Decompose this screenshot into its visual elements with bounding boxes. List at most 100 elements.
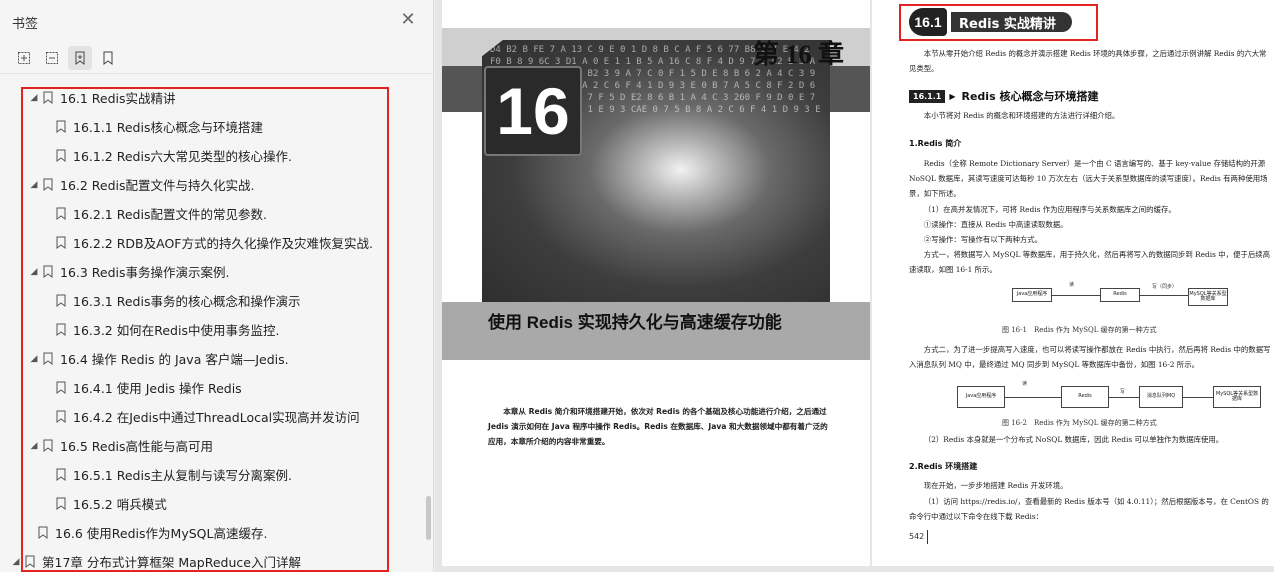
bookmark-icon [38,526,48,539]
bookmark-icon [56,468,66,481]
bookmark-icon [43,439,53,452]
bookmark-label: 16.3.1 Redis事务的核心概念和操作演示 [73,294,301,309]
bookmark-icon [56,120,66,133]
bookmark-icon [43,178,53,191]
bookmark-icon [56,497,66,510]
bookmark-label: 16.1.2 Redis六大常见类型的核心操作. [73,149,292,164]
bookmark-item[interactable]: ◢ 第17章 分布式计算框架 MapReduce入门详解 [0,547,426,572]
bookmark-label: 16.2 Redis配置文件与持久化实战. [60,178,255,193]
sidebar-scrollbar[interactable] [426,496,431,540]
para-write: ②写操作：写操作有以下两种方式。 [923,235,1043,244]
page-number: 542 [909,532,925,541]
page-number-divider [927,530,928,544]
bookmark-icon [25,555,35,568]
heading-redis-intro: 1.Redis 简介 [909,139,962,148]
add-bookmark-icon[interactable] [12,46,36,70]
bookmark-item[interactable]: 16.6 使用Redis作为MySQL高速缓存. [0,518,426,547]
para-scene1: （1）在高并发情况下，可将 Redis 作为应用程序与关系数据库之间的缓存。 [923,205,1176,214]
section-title: Redis 实战精讲 [951,12,1072,32]
sidebar-header: 书签 ✕ [0,0,434,44]
expand-toggle-icon[interactable]: ◢ [10,557,22,567]
bookmark-label: 16.4.1 使用 Jedis 操作 Redis [73,381,242,396]
bookmark-label: 16.5.2 哨兵模式 [73,497,167,512]
fig1-arrow-2 [1140,295,1188,296]
expand-toggle-icon[interactable]: ◢ [28,441,40,451]
bookmark-label: 16.1.1 Redis核心概念与环境搭建 [73,120,263,135]
bookmark-item[interactable]: 16.1.2 Redis六大常见类型的核心操作. [0,141,426,170]
para-read: ①读操作：直接从 Redis 中高速读取数据。 [923,220,1068,229]
bookmark-item[interactable]: 16.5.2 哨兵模式 [0,489,426,518]
subsection-intro: 本小节将对 Redis 的概念和环境搭建的方法进行详细介绍。 [923,111,1120,120]
fig2-redis-box: Redis [1061,386,1109,408]
bookmark-item[interactable]: ◢ 16.3 Redis事务操作演示案例. [0,257,426,286]
chapter-label: 第 16 章 [752,40,844,69]
chapter-intro: 本章从 Redis 简介和环境搭建开始，依次对 Redis 的各个基础及核心功能… [488,407,828,446]
bookmark-label: 16.4.2 在Jedis中通过ThreadLocal实现高并发访问 [73,410,360,425]
para-env2: （1）访问 https://redis.io/，查看最新的 Redis 版本号（… [909,497,1269,521]
bookmark-icon [56,410,66,423]
bookmark-item[interactable]: 16.4.2 在Jedis中通过ThreadLocal实现高并发访问 [0,402,426,431]
fig1-db-box: MySQL等关系型数据库 [1188,288,1228,306]
bookmark-item[interactable]: 16.1.1 Redis核心概念与环境搭建 [0,112,426,141]
fig2-caption: 图 16-2 Redis 作为 MySQL 缓存的第二种方式 [1002,419,1157,427]
bookmark-icon [43,352,53,365]
expand-toggle-icon[interactable]: ◢ [28,354,40,364]
para-env1: 现在开始，一步步地搭建 Redis 开发环境。 [923,481,1068,490]
bookmark-item[interactable]: 16.2.1 Redis配置文件的常见参数. [0,199,426,228]
bookmark-item[interactable]: 16.4.1 使用 Jedis 操作 Redis [0,373,426,402]
bookmark-label: 16.5 Redis高性能与高可用 [60,439,214,454]
subsection-number: 16.1.1 [909,89,946,103]
sidebar-title: 书签 [12,17,39,32]
bookmark-label: 16.2.1 Redis配置文件的常见参数. [73,207,267,222]
expand-toggle-icon[interactable]: ◢ [28,93,40,103]
subsection-heading: 16.1.1 ▶ Redis 核心概念与环境搭建 [909,88,1098,104]
para-redis-intro: Redis（全称 Remote Dictionary Server）是一个由 C… [909,159,1268,198]
chapter-number: 16 [484,66,582,156]
expand-toggle-icon[interactable]: ◢ [28,180,40,190]
pdf-reader-window: 书签 ✕ ◢ 16.1 Redis实战精讲 16.1.1 Redis核心概念与环境搭… [0,0,1274,572]
sidebar-toolbar [12,46,120,72]
fig2-arrow-3 [1183,397,1213,398]
bookmark-label: 16.2.2 RDB及AOF方式的持久化操作及灾难恢复实战. [73,236,373,251]
bookmark-label: 16.1 Redis实战精讲 [60,91,176,106]
section-number: 16.1 [909,8,947,36]
expand-toggle-icon[interactable]: ◢ [28,267,40,277]
bookmark-item[interactable]: ◢ 16.5 Redis高性能与高可用 [0,431,426,460]
fig2-app-box: Java应用程序 [957,386,1005,408]
bookmark-item[interactable]: ◢ 16.1 Redis实战精讲 [0,83,426,112]
play-icon: ▶ [949,91,956,101]
bookmark-icon [56,294,66,307]
fig2-read-label: 读 [1022,381,1028,387]
bookmark-icon [56,381,66,394]
fig1-arrow-1 [1052,295,1100,296]
bookmark-item[interactable]: 16.2.2 RDB及AOF方式的持久化操作及灾难恢复实战. [0,228,426,257]
section-heading: 16.1 Redis 实战精讲 [909,6,1072,38]
page-content: 16.1 Redis 实战精讲 本节从零开始介绍 Redis 的概念并演示搭建 … [872,0,1274,566]
chapter-title: 使用 Redis 实现持久化与高速缓存功能 [488,313,782,332]
bookmark-label: 第17章 分布式计算框架 MapReduce入门详解 [42,555,301,570]
heading-env: 2.Redis 环境搭建 [909,462,978,471]
bookmark-icon [43,91,53,104]
fig2-mq-box: 消息队列MQ [1139,386,1183,408]
bookmark-item[interactable]: ◢ 16.4 操作 Redis 的 Java 客户端—Jedis. [0,344,426,373]
bookmark-item[interactable]: 16.3.2 如何在Redis中使用事务监控. [0,315,426,344]
close-icon[interactable]: ✕ [400,11,416,29]
document-viewer[interactable]: D4 B2 B FE 7 A 13 C 9 E 0 1 D 8 B C A F … [435,0,1274,572]
fig1-write-label: 写（同步） [1152,284,1178,290]
bookmark-outline-icon[interactable] [96,46,120,70]
bookmark-item[interactable]: ◢ 16.2 Redis配置文件与持久化实战. [0,170,426,199]
bookmark-item[interactable]: 16.3.1 Redis事务的核心概念和操作演示 [0,286,426,315]
para-way1: 方式一，将数据写入 MySQL 等数据库，用于持久化，然后再将写入的数据同步到 … [909,250,1271,274]
bookmark-label: 16.3 Redis事务操作演示案例. [60,265,230,280]
bookmark-tree: ◢ 16.1 Redis实战精讲 16.1.1 Redis核心概念与环境搭建 16.1… [0,83,426,572]
bookmark-sidebar: 书签 ✕ ◢ 16.1 Redis实战精讲 16.1.1 Redis核心概念与环境搭… [0,0,434,572]
subsection-title: Redis 核心概念与环境搭建 [961,90,1099,103]
para-way2: 方式二，为了进一步提高写入速度，也可以将读写操作都放在 Redis 中执行，然后… [909,345,1271,369]
bookmark-label: 16.5.1 Redis主从复制与读写分离案例. [73,468,292,483]
para-scene2: （2）Redis 本身就是一个分布式 NoSQL 数据库，因此 Redis 可以… [923,435,1224,444]
fig2-arrow-1 [1005,397,1061,398]
bookmark-label: 16.6 使用Redis作为MySQL高速缓存. [55,526,268,541]
remove-bookmark-icon[interactable] [40,46,64,70]
bookmark-item[interactable]: 16.5.1 Redis主从复制与读写分离案例. [0,460,426,489]
bookmark-filled-icon[interactable] [68,46,92,70]
